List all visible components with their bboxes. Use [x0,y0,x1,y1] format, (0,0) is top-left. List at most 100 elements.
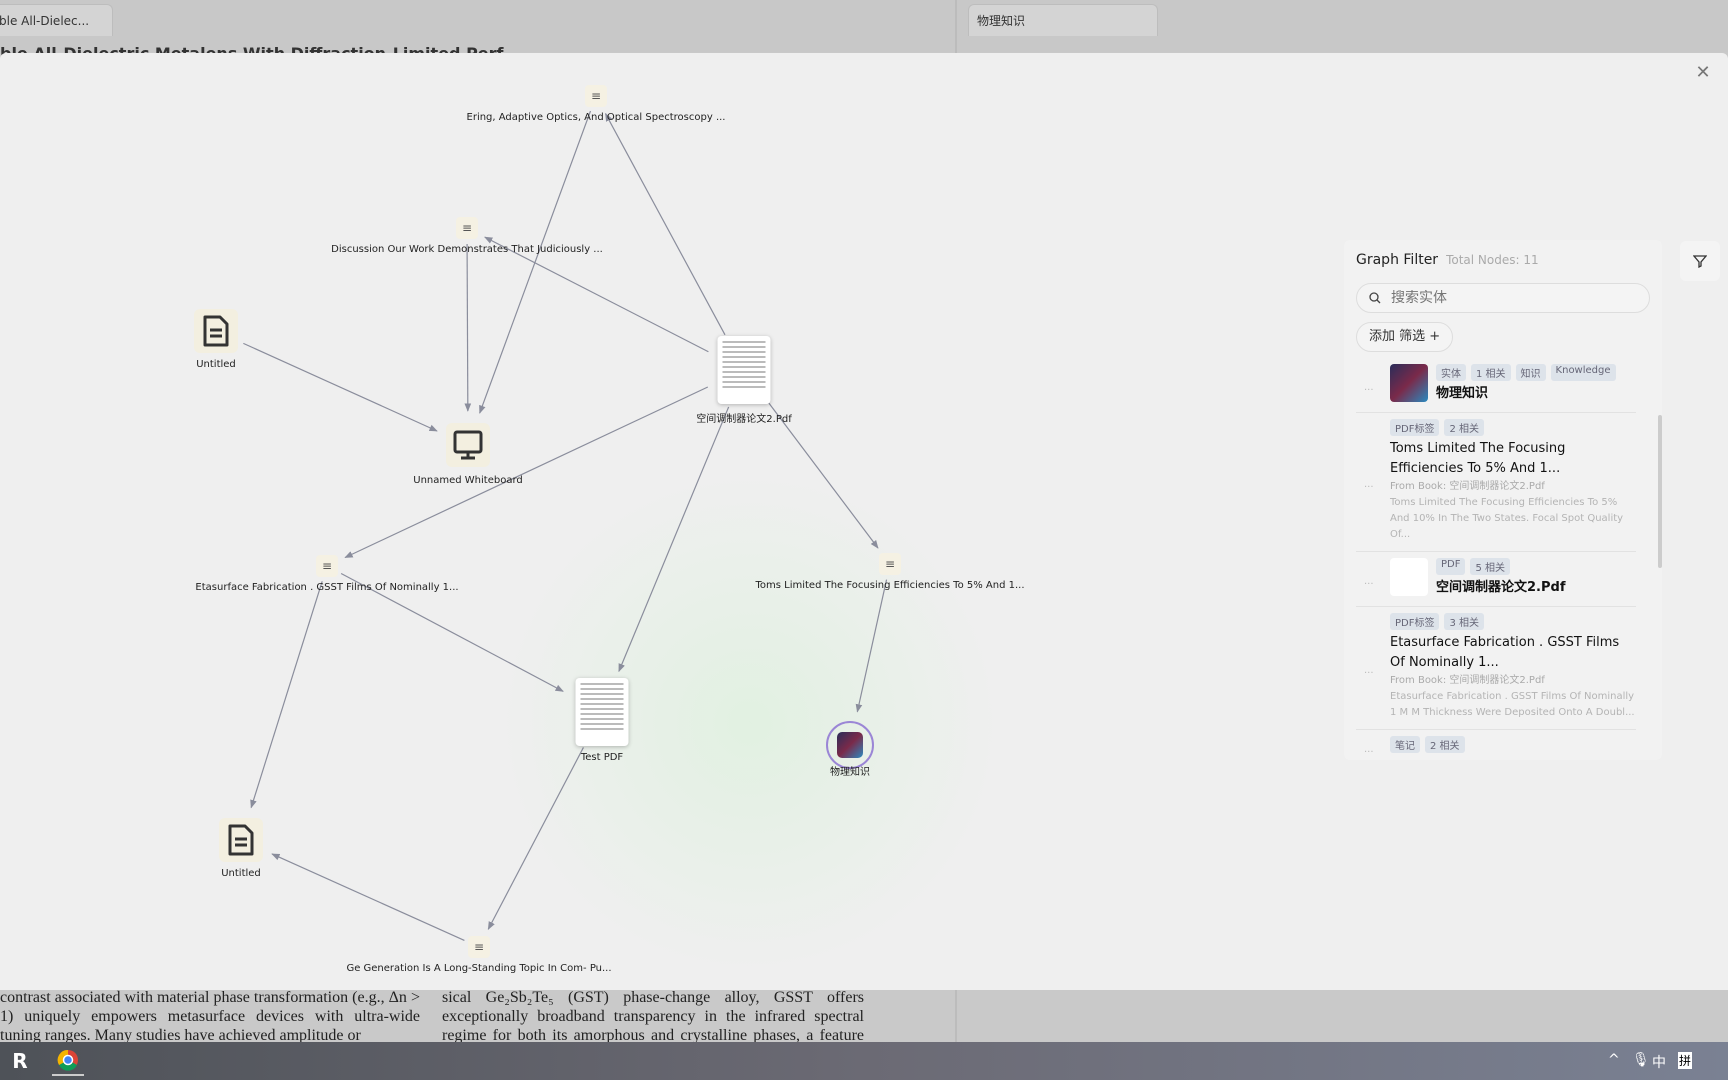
node-label: Discussion Our Work Demonstrates That Ju… [331,244,603,255]
node-label: Test PDF [580,752,624,763]
graph-filter-panel: Graph Filter Total Nodes: 11 添加 筛选 + ··· 实… [1344,240,1662,760]
tag-badge: 1 相关 [1471,364,1511,381]
tag-badge: 2 相关 [1425,736,1465,753]
tab-knowledge[interactable]: 物理知识 [968,4,1158,36]
text-lines-icon: ≡ [468,936,490,958]
item-title: 物理知识 [1436,386,1489,401]
more-icon[interactable]: ··· [1364,747,1374,758]
graph-modal: ≡ Ering, Adaptive Optics, And Optical Spe… [0,53,1728,990]
tag-badge: 2 相关 [1444,419,1485,436]
tag-row: 笔记 2 相关 [1390,736,1636,753]
more-icon[interactable]: ··· [1364,482,1374,493]
item-thumbnail [1390,558,1428,596]
node-label: Etasurface Fabrication . GSST Films Of N… [195,582,459,593]
panel-title: Graph Filter [1356,252,1439,268]
search-icon [1369,292,1381,304]
item-title: 空间调制器论文2.Pdf [1436,580,1566,595]
total-nodes: Total Nodes: 11 [1446,253,1539,267]
edge-pdf2-testpdf [618,406,730,673]
entity-list-item[interactable]: ··· 实体 1 相关 知识 Knowledge 物理知识 [1356,358,1636,413]
tag-badge: 5 相关 [1470,558,1511,575]
edge-pdf2-etasurface [344,386,709,559]
close-icon[interactable]: ✕ [1693,63,1713,83]
edge-ge-untitled2 [271,853,465,941]
more-icon[interactable]: ··· [1364,668,1374,679]
edge-toms-wuli [855,579,888,713]
text-lines-icon: ≡ [456,217,478,239]
edge-untitled1-whiteboard [243,342,438,432]
node-label: Toms Limited The Focusing Efficiencies T… [755,580,1025,591]
entity-list-item[interactable]: ··· PDF标签 3 相关 Etasurface Fabrication . GSS… [1356,607,1636,730]
paper-column-1: contrast associated with material phase … [0,989,420,1044]
item-thumbnail [1390,364,1428,402]
graph-node-ering[interactable]: ≡ [585,85,607,107]
text-lines-icon: ≡ [585,85,607,107]
graph-node-untitled2[interactable] [219,818,263,862]
tray-chevron-icon[interactable]: ^ [1608,1052,1620,1068]
tag-row: PDF标签 2 相关 [1390,419,1636,436]
node-label: Untitled [221,868,261,879]
tag-badge: 知识 [1515,364,1546,381]
add-filter-button[interactable]: 添加 筛选 + [1356,322,1454,352]
entity-avatar [826,721,874,769]
tab-paper[interactable]: ble All-Dielec... [0,4,113,36]
scrollbar[interactable] [1658,415,1662,568]
entity-list-item[interactable]: ··· PDF标签 2 相关 Toms Limited The Focusing Ef… [1356,413,1636,552]
item-description: Toms Limited The Focusing Efficiencies T… [1390,497,1624,540]
filter-toggle-button[interactable] [1680,241,1720,281]
item-description: Etasurface Fabrication . GSST Films Of N… [1390,691,1635,718]
tag-badge: 3 相关 [1444,613,1485,630]
tag-badge: PDF [1436,558,1466,575]
graph-node-toms[interactable]: ≡ [879,553,901,575]
entity-list: ··· 实体 1 相关 知识 Knowledge 物理知识 ··· PDF标签 2 相关 Toms… [1356,358,1636,760]
node-label: Ering, Adaptive Optics, And Optical Spec… [466,112,726,123]
entity-list-item[interactable]: ··· 笔记 2 相关 [1356,730,1636,760]
node-label: Ge Generation Is A Long-Standing Topic I… [346,963,612,974]
tag-row: PDF 5 相关 [1436,558,1565,575]
graph-node-pdf2[interactable] [717,336,771,404]
text-lines-icon: ≡ [879,553,901,575]
graph-node-etasurface[interactable]: ≡ [316,555,338,577]
chrome-icon[interactable] [52,1046,84,1076]
more-icon[interactable]: ··· [1364,579,1374,590]
tag-badge: PDF标签 [1390,613,1440,630]
ime-mode[interactable]: 拼 [1678,1052,1693,1069]
tag-badge: 实体 [1436,364,1466,381]
edge-pdf2-ering [604,112,726,336]
graph-node-wuli[interactable] [826,721,874,769]
text-lines-icon: ≡ [316,555,338,577]
tag-badge: 笔记 [1390,736,1420,753]
document-icon [219,818,263,862]
more-icon[interactable]: ··· [1364,385,1374,396]
tab-label: ble All-Dielec... [0,14,90,28]
graph-node-testpdf[interactable] [575,678,629,746]
item-source: From Book: 空间调制器论文2.Pdf [1390,675,1545,686]
pdf-thumbnail [717,336,771,404]
ime-indicator[interactable]: 中 [1652,1052,1666,1072]
tag-badge: Knowledge [1550,364,1616,381]
tag-row: PDF标签 3 相关 [1390,613,1636,630]
panel-header: Graph Filter Total Nodes: 11 [1356,252,1539,268]
graph-node-whiteboard[interactable] [446,423,490,467]
graph-node-discussion[interactable]: ≡ [456,217,478,239]
search-input[interactable] [1391,290,1631,306]
node-label: 空间调制器论文2.Pdf [696,414,792,425]
item-source: From Book: 空间调制器论文2.Pdf [1390,481,1545,492]
taskbar: R [0,1042,1728,1080]
app-r-icon[interactable]: R [4,1046,36,1076]
graph-node-ge[interactable]: ≡ [468,936,490,958]
edge-testpdf-ge [487,747,584,931]
monitor-icon [446,423,490,467]
entity-list-item[interactable]: ··· PDF 5 相关 空间调制器论文2.Pdf [1356,552,1636,607]
node-label: 物理知识 [830,767,870,778]
microphone-icon[interactable]: 🎙 [1632,1052,1650,1068]
edge-etasurface-untitled2 [250,581,323,809]
tag-row: 实体 1 相关 知识 Knowledge [1436,364,1616,381]
edge-ering-whiteboard [479,110,592,414]
pdf-thumbnail [575,678,629,746]
search-box[interactable] [1356,283,1650,313]
edge-discussion-whiteboard [464,243,472,412]
tab-label: 物理知识 [977,14,1026,28]
node-label: Unnamed Whiteboard [413,475,523,486]
graph-node-untitled1[interactable] [194,309,238,353]
